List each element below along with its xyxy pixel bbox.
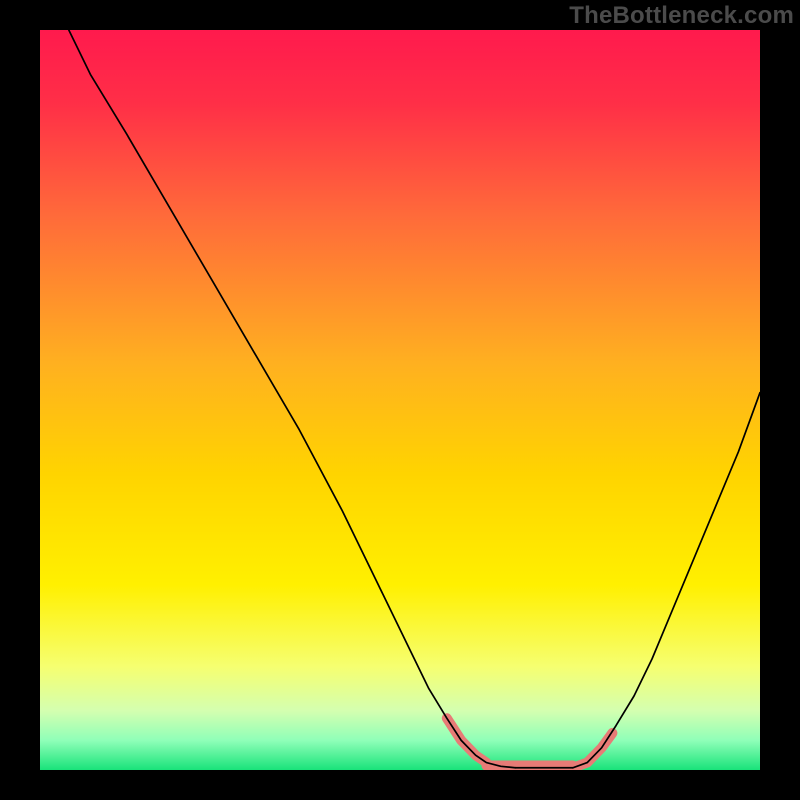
- plot-area: [40, 30, 760, 770]
- watermark-label: TheBottleneck.com: [569, 2, 794, 30]
- chart-svg: [40, 30, 760, 770]
- chart-frame: TheBottleneck.com: [0, 0, 800, 800]
